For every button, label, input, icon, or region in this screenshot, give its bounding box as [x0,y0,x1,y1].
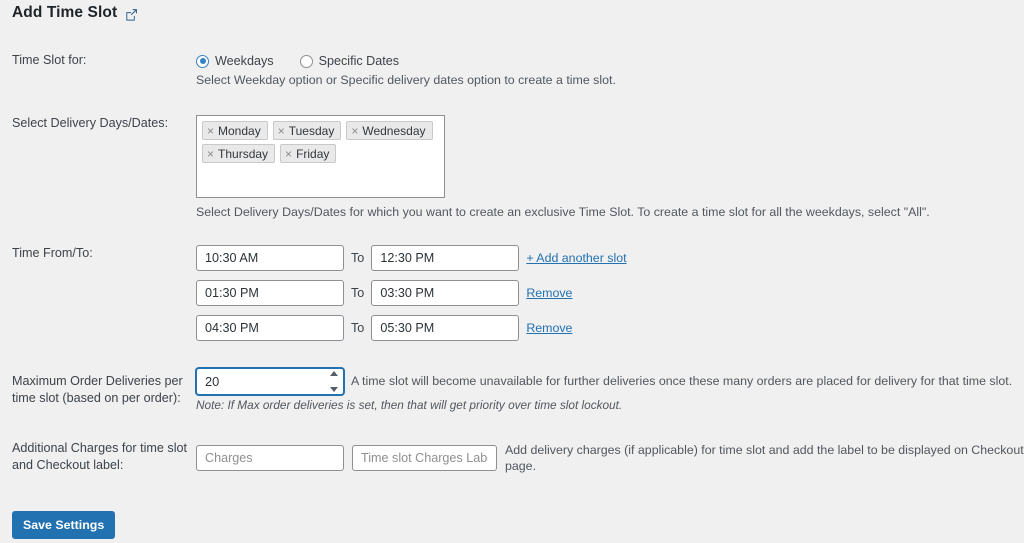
tag-remove-icon[interactable]: × [207,125,214,137]
delivery-days-multiselect[interactable]: × Monday × Tuesday × Wednesday × Thursda… [196,115,445,198]
radio-specific-dates[interactable] [299,54,313,68]
time-from-input[interactable] [196,315,344,341]
page-header: Add Time Slot [12,4,139,22]
note-max-deliveries: Note: If Max order deliveries is set, th… [196,398,623,412]
help-delivery-days: Select Delivery Days/Dates for which you… [196,205,930,219]
tag-label: Thursday [218,146,269,161]
remove-slot-link[interactable]: Remove [526,286,572,300]
max-deliveries-input[interactable] [196,368,344,395]
time-from-input[interactable] [196,245,344,271]
tag-thursday[interactable]: × Thursday [202,144,276,163]
to-label: To [351,321,365,335]
tag-remove-icon[interactable]: × [285,148,292,160]
time-slot-row: To + Add another slot [196,245,627,271]
label-delivery-days: Select Delivery Days/Dates: [12,116,169,130]
radio-group-time-slot-for: Weekdays Specific Dates [196,52,616,70]
save-settings-button[interactable]: Save Settings [12,511,116,539]
remove-slot-link[interactable]: Remove [526,321,572,335]
time-slot-row: To Remove [196,280,627,306]
stepper-arrows[interactable] [328,371,339,392]
time-slot-row: To Remove [196,315,627,341]
label-time-from-to: Time From/To: [12,246,93,260]
charges-label-input[interactable] [352,445,497,471]
tag-label: Monday [218,123,261,138]
tag-remove-icon[interactable]: × [207,148,214,160]
to-label: To [351,286,365,300]
charges-input[interactable] [196,445,344,471]
radio-weekdays[interactable] [196,54,209,68]
tag-tuesday[interactable]: × Tuesday [272,121,342,140]
tag-wednesday[interactable]: × Wednesday [346,121,433,140]
tag-friday[interactable]: × Friday [280,144,337,163]
time-to-input[interactable] [371,315,520,341]
stepper-down-icon[interactable] [329,387,338,392]
help-max-deliveries: A time slot will become unavailable for … [351,374,1013,388]
radio-weekdays-label[interactable]: Weekdays [215,54,274,68]
label-additional-charges: Additional Charges for time slot and Che… [12,441,187,472]
tag-label: Tuesday [288,123,335,138]
label-time-slot-for: Time Slot for: [12,53,87,67]
time-to-input[interactable] [371,280,520,306]
time-from-input[interactable] [196,280,344,306]
tag-remove-icon[interactable]: × [351,125,358,137]
page-title: Add Time Slot [12,4,118,21]
radio-specific-dates-label[interactable]: Specific Dates [319,54,400,68]
to-label: To [351,251,365,265]
tag-remove-icon[interactable]: × [278,125,285,137]
stepper-up-icon[interactable] [329,371,338,376]
add-time-slot-page: Add Time Slot Time Slot for: Weekdays Sp… [0,0,1024,543]
help-additional-charges: Add delivery charges (if applicable) for… [505,443,1024,473]
add-another-slot-link[interactable]: + Add another slot [526,251,626,265]
max-deliveries-stepper[interactable] [196,368,344,395]
tag-monday[interactable]: × Monday [202,121,268,140]
external-link-icon[interactable] [124,7,139,22]
time-to-input[interactable] [371,245,520,271]
label-max-deliveries: Maximum Order Deliveries per time slot (… [12,374,183,405]
tag-label: Wednesday [362,123,426,138]
help-time-slot-for: Select Weekday option or Specific delive… [196,73,616,87]
tag-label: Friday [296,146,330,161]
